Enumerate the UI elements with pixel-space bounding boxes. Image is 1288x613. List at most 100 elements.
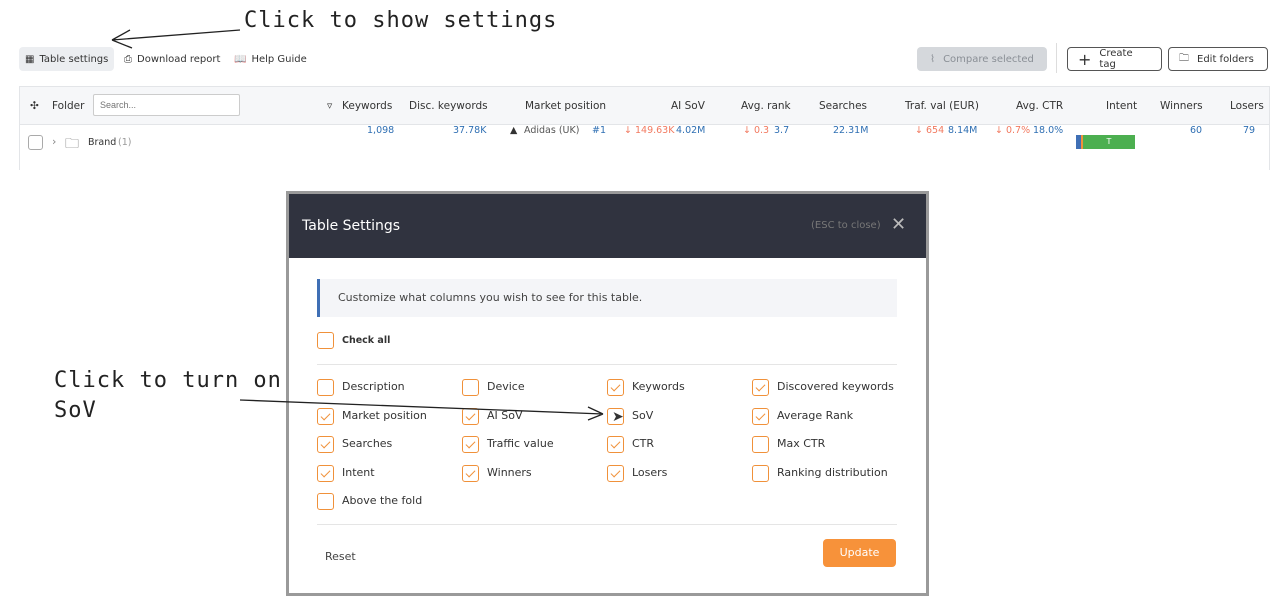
header-intent[interactable]: Intent	[1106, 100, 1137, 112]
checkbox-description[interactable]	[317, 379, 334, 396]
header-keywords[interactable]: Keywords	[342, 100, 392, 112]
label-market-position: Market position	[342, 408, 427, 422]
checkbox-losers[interactable]	[607, 464, 624, 482]
cell-ctr-delta: 0.7%	[1005, 125, 1031, 136]
close-icon[interactable]: ✕	[891, 214, 906, 235]
cell-market-rank: #1	[592, 125, 607, 136]
label-max-ctr: Max CTR	[777, 437, 826, 450]
header-disc-keywords[interactable]: Disc. keywords	[409, 100, 488, 112]
edit-folders-button[interactable]: 🗀 Edit folders	[1168, 47, 1268, 71]
label-keywords: Keywords	[632, 380, 685, 393]
cell-market-brand: Adidas (UK)	[524, 125, 580, 136]
intent-label: T	[1083, 135, 1135, 149]
divider	[1056, 43, 1057, 73]
label-description: Description	[342, 380, 405, 393]
table-settings-icon: ▦	[25, 53, 35, 65]
checkbox-ranking-distribution[interactable]	[752, 464, 769, 482]
header-searches[interactable]: Searches	[819, 100, 867, 112]
header-losers[interactable]: Losers	[1230, 100, 1264, 112]
book-icon: 📖	[234, 53, 247, 65]
row-checkbox[interactable]	[28, 135, 43, 150]
cell-ai-sov-delta: 149.63K	[634, 125, 675, 136]
check-all-label: Check all	[342, 335, 391, 346]
folder-icon: 🗀	[65, 136, 79, 152]
divider	[317, 524, 897, 525]
label-ranking-distribution: Ranking distribution	[777, 465, 888, 479]
checkbox-above-the-fold[interactable]	[317, 493, 334, 510]
label-sov: SoV	[632, 408, 654, 422]
reset-button[interactable]: Reset	[325, 550, 356, 563]
header-avg-rank[interactable]: Avg. rank	[741, 100, 791, 112]
checkbox-market-position[interactable]	[317, 407, 334, 425]
cell-avg-rank-delta: 0.3	[753, 125, 770, 136]
info-banner: Customize what columns you wish to see f…	[317, 279, 897, 317]
download-icon: ⎙	[124, 53, 132, 65]
check-all-checkbox[interactable]	[317, 332, 334, 349]
download-report-button[interactable]: ⎙ Download report	[118, 47, 226, 71]
help-guide-button[interactable]: 📖 Help Guide	[228, 47, 313, 71]
plus-icon: +	[1078, 49, 1092, 69]
table-settings-button[interactable]: ▦ Table settings	[19, 47, 115, 71]
label-winners: Winners	[487, 465, 532, 479]
cell-losers[interactable]: 79	[1243, 125, 1255, 136]
label-ai-sov: AI SoV	[487, 408, 523, 422]
header-ai-sov[interactable]: AI SoV	[671, 100, 705, 112]
checkbox-ctr[interactable]	[607, 436, 624, 453]
label-device: Device	[487, 380, 525, 393]
cell-searches: 22.31M	[833, 125, 869, 136]
row-count: (1)	[118, 137, 132, 148]
label-losers: Losers	[632, 465, 668, 479]
esc-hint: (ESC to close)	[811, 220, 881, 231]
folder-search-input[interactable]	[93, 94, 240, 116]
annotation-turn-on-sov-1: Click to turn on	[54, 368, 282, 393]
annotation-show-settings: Click to show settings	[244, 8, 558, 33]
modal-header: Table Settings (ESC to close) ✕	[289, 194, 926, 258]
checkbox-intent[interactable]	[317, 464, 334, 482]
cursor-pointer-icon: ➤	[612, 409, 624, 425]
cell-winners[interactable]: 60	[1190, 125, 1202, 136]
table-header: ✣ Folder ▿ Keywords Disc. keywords Marke…	[19, 86, 1270, 125]
modal-title: Table Settings	[302, 218, 401, 234]
cell-traf-val: 8.14M	[948, 125, 978, 136]
table-settings-modal: Table Settings (ESC to close) ✕ Customiz…	[286, 191, 929, 596]
intent-bar: T	[1076, 135, 1135, 149]
checkbox-average-rank[interactable]	[752, 407, 769, 425]
label-above-the-fold: Above the fold	[342, 494, 423, 507]
brand-logo-icon: ▲	[510, 125, 518, 136]
checkbox-discovered-keywords[interactable]	[752, 379, 769, 396]
header-traf-val[interactable]: Traf. val (EUR)	[905, 100, 979, 112]
label-discovered-keywords: Discovered keywords	[777, 380, 894, 393]
label-ctr: CTR	[632, 437, 655, 450]
create-tag-button[interactable]: + Create tag	[1067, 47, 1162, 71]
checkbox-device[interactable]	[462, 379, 479, 396]
label-intent: Intent	[342, 465, 375, 479]
label-average-rank: Average Rank	[777, 408, 854, 422]
divider	[317, 364, 897, 365]
folder-header: Folder	[52, 100, 85, 112]
header-winners[interactable]: Winners	[1160, 100, 1203, 112]
header-market-position[interactable]: Market position	[525, 100, 606, 112]
cell-disc-keywords[interactable]: 37.78K	[453, 125, 486, 136]
checkbox-searches[interactable]	[317, 436, 334, 453]
cell-keywords[interactable]: 1,098	[367, 125, 394, 136]
chart-icon: ⌇	[930, 53, 936, 65]
checkbox-keywords[interactable]	[607, 379, 624, 396]
cell-ctr: 18.0%	[1033, 125, 1064, 136]
annotation-turn-on-sov-2: SoV	[54, 398, 97, 423]
cell-ai-sov: 4.02M	[676, 125, 706, 136]
expand-chevron-icon[interactable]: ›	[52, 135, 56, 148]
checkbox-winners[interactable]	[462, 464, 479, 482]
label-searches: Searches	[342, 437, 393, 450]
folder-gear-icon: 🗀	[1179, 52, 1189, 64]
checkbox-traffic-value[interactable]	[462, 436, 479, 453]
header-avg-ctr[interactable]: Avg. CTR	[1016, 100, 1063, 112]
sort-icon[interactable]: ▿	[327, 100, 332, 112]
cell-traf-delta: 654	[925, 125, 945, 136]
compare-selected-button[interactable]: ⌇ Compare selected	[917, 47, 1047, 71]
cell-avg-rank: 3.7	[774, 125, 790, 136]
checkbox-max-ctr[interactable]	[752, 436, 769, 453]
move-icon[interactable]: ✣	[30, 100, 39, 112]
row-name[interactable]: Brand	[88, 137, 116, 148]
checkbox-ai-sov[interactable]	[462, 407, 479, 425]
update-button[interactable]: Update	[823, 539, 896, 567]
